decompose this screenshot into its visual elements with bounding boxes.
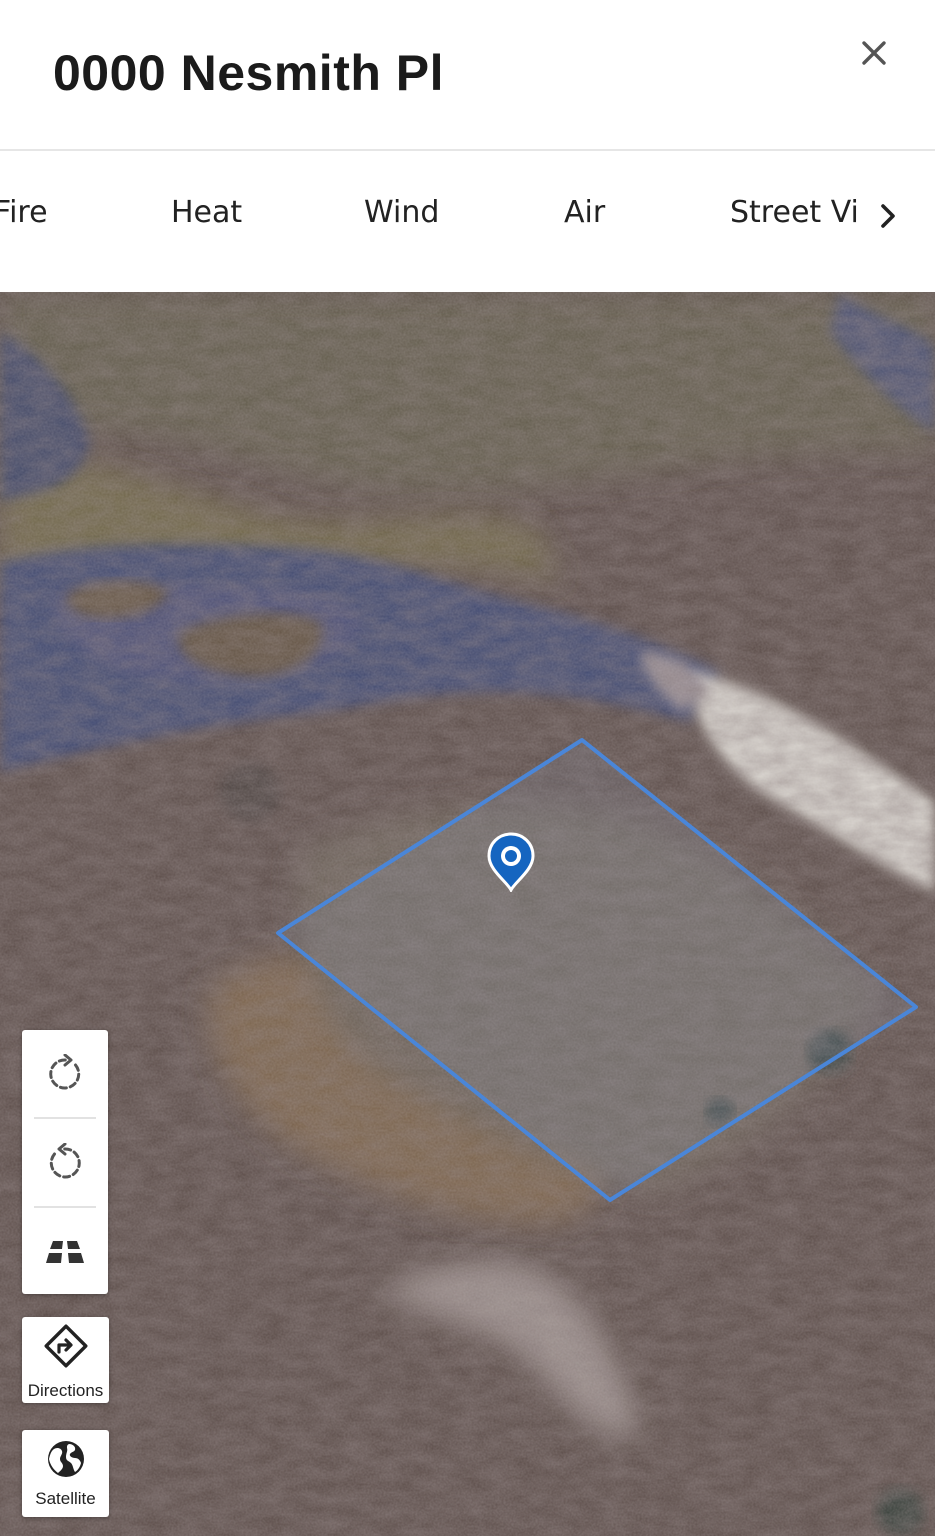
tab-wind[interactable]: Wind xyxy=(364,195,439,230)
directions-button[interactable]: Directions xyxy=(22,1317,109,1403)
tab-street-view[interactable]: Street View xyxy=(730,195,858,230)
satellite-label: Satellite xyxy=(35,1489,96,1508)
close-icon[interactable] xyxy=(855,34,895,74)
header: 0000 Nesmith Pl xyxy=(0,0,935,151)
location-pin-icon[interactable] xyxy=(486,832,536,894)
satellite-map[interactable] xyxy=(0,292,935,1536)
page-title: 0000 Nesmith Pl xyxy=(53,45,445,101)
tab-fire[interactable]: Fire xyxy=(0,195,48,230)
chevron-right-icon[interactable] xyxy=(874,197,904,235)
directions-label: Directions xyxy=(27,1381,104,1400)
parcel-boundary[interactable] xyxy=(0,292,935,1536)
satellite-toggle-button[interactable]: Satellite xyxy=(22,1430,109,1517)
tab-bar: Fire Heat Wind Air Street View xyxy=(0,151,935,292)
tilt-3d-icon[interactable] xyxy=(22,1208,108,1296)
map-rotation-controls xyxy=(22,1030,108,1294)
tab-heat[interactable]: Heat xyxy=(171,195,242,230)
rotate-clockwise-icon[interactable] xyxy=(22,1030,108,1118)
rotate-counterclockwise-icon[interactable] xyxy=(22,1119,108,1207)
tab-air[interactable]: Air xyxy=(564,195,605,230)
globe-icon xyxy=(45,1438,87,1480)
directions-icon xyxy=(43,1323,89,1369)
